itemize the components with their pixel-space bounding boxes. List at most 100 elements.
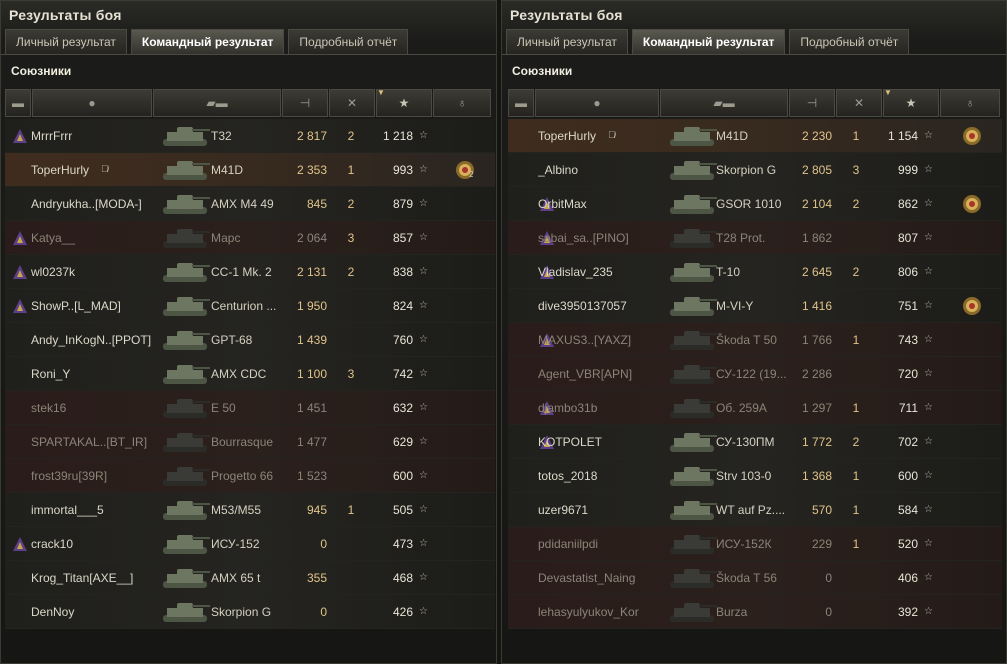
vehicle-column-header[interactable]: ▰▬ [660, 89, 788, 117]
player-name[interactable]: MrrrFrrr [31, 119, 155, 153]
achievement-medal-icon[interactable] [960, 294, 984, 318]
table-row[interactable]: uzer9671 WT auf Pz.... 570 1 584 ☆ [508, 493, 1002, 527]
vehicle-name: WT auf Pz.... [716, 503, 786, 517]
player-name[interactable]: DenNoy [31, 595, 155, 629]
experience-value: 993 [392, 163, 413, 177]
kills-value: 1 [852, 333, 860, 347]
player-name[interactable]: stek16 [31, 391, 155, 425]
damage-value: 1 297 [801, 401, 832, 415]
table-row[interactable]: Katya__ Марс 2 064 3 857 ☆ [5, 221, 495, 255]
table-row[interactable]: MAXUS3..[YAXZ] Škoda T 50 1 766 1 743 ☆ [508, 323, 1002, 357]
table-row[interactable]: crack10 ИСУ-152 0 473 ☆ [5, 527, 495, 561]
tab-team-result[interactable]: Командный результат [130, 29, 285, 54]
vehicle-column-header[interactable]: ▰▬ [153, 89, 281, 117]
damage-value: 2 230 [801, 129, 832, 143]
table-row[interactable]: wl0237k CC-1 Mk. 2 2 131 2 838 ☆ [5, 255, 495, 289]
table-row[interactable]: Devastatist_Naing Škoda T 56 0 406 ☆ [508, 561, 1002, 595]
achievement-medal-icon[interactable] [960, 124, 984, 148]
table-row[interactable]: Agent_VBR[APN] СУ-122 (19... 2 286 720 ☆ [508, 357, 1002, 391]
table-row[interactable]: DenNoy Skorpion G 0 426 ☆ [5, 595, 495, 629]
table-row[interactable]: KOTPOLET СУ-130ПМ 1 772 2 702 ☆ [508, 425, 1002, 459]
clan-emblem-icon [11, 229, 29, 247]
table-row[interactable]: Vladislav_235 T-10 2 645 2 806 ☆ [508, 255, 1002, 289]
tab-detailed-report[interactable]: Подробный отчёт [288, 29, 409, 54]
table-row[interactable]: djambo31b Об. 259А 1 297 1 711 ☆ [508, 391, 1002, 425]
kills-column-header[interactable]: ✕ [836, 89, 882, 117]
table-row[interactable]: immortal___5 M53/M55 945 1 505 ☆ [5, 493, 495, 527]
table-row[interactable]: MrrrFrrr T32 2 817 2 1 218 ☆ [5, 119, 495, 153]
kills-value [846, 357, 866, 391]
table-row[interactable]: _Albino Skorpion G 2 805 3 999 ☆ [508, 153, 1002, 187]
experience-column-header[interactable]: ★ ▼ [883, 88, 939, 117]
team-table-right: ToperHurly 👁̸ M41D 2 230 1 1 154 ☆ _Albino Skorp… [508, 119, 1002, 629]
player-name[interactable]: Agent_VBR[APN] [538, 357, 666, 391]
achievement-medal-icon[interactable] [960, 192, 984, 216]
player-name[interactable]: Andryukha..[MODA-] [31, 187, 155, 221]
player-name[interactable]: lehasyulyukov_Kor [538, 595, 666, 629]
table-row[interactable]: ShowP..[L_MAD] Centurion ... 1 950 824 ☆ [5, 289, 495, 323]
player-name[interactable]: ToperHurly [31, 153, 155, 187]
player-name[interactable]: immortal___5 [31, 493, 155, 527]
table-row[interactable]: OrbitMax GSOR 1010 2 104 2 862 ☆ [508, 187, 1002, 221]
vehicle-name: Burza [716, 605, 748, 619]
player-name[interactable]: frost39ru[39R] [31, 459, 155, 493]
player-name[interactable]: MAXUS3..[YAXZ] [538, 323, 666, 357]
tab-personal-result[interactable]: Личный результат [506, 29, 628, 54]
player-name[interactable]: uzer9671 [538, 493, 666, 527]
tab-detailed-report[interactable]: Подробный отчёт [789, 29, 910, 54]
player-name[interactable]: sabai_sa..[PINO] [538, 221, 666, 255]
table-row[interactable]: pdidaniilpdi ИСУ-152К 229 1 520 ☆ [508, 527, 1002, 561]
kills-column-header[interactable]: ✕ [329, 89, 375, 117]
table-row[interactable]: SPARTAKAL..[BT_IR] Bourrasque 1 477 629 ☆ [5, 425, 495, 459]
destroyed-tank-icon: ✕ [346, 96, 358, 110]
table-row[interactable]: lehasyulyukov_Kor Burza 0 392 ☆ [508, 595, 1002, 629]
table-row[interactable]: Krog_Titan[AXE__] AMX 65 t 355 468 ☆ [5, 561, 495, 595]
table-row[interactable]: Roni_Y AMX CDC 1 100 3 742 ☆ [5, 357, 495, 391]
table-row[interactable]: dive3950137057 M-VI-Y 1 416 751 ☆ [508, 289, 1002, 323]
player-name[interactable]: Andy_InKogN..[PPOT] [31, 323, 155, 357]
player-name[interactable]: OrbitMax [538, 187, 666, 221]
squad-column-header[interactable]: ▬ [508, 89, 534, 117]
table-row[interactable]: ToperHurly 👁̸ M41D 2 230 1 1 154 ☆ [508, 119, 1002, 153]
medal-icon: ♁ [457, 96, 467, 110]
player-name[interactable]: pdidaniilpdi [538, 527, 666, 561]
table-row[interactable]: ToperHurly 👁̸ M41D 2 353 1 993 ☆ 2 [5, 153, 495, 187]
player-name[interactable]: totos_2018 [538, 459, 666, 493]
damage-column-header[interactable]: ⊣ [789, 89, 835, 117]
star-icon: ☆ [419, 572, 428, 583]
player-column-header[interactable]: ● [535, 89, 659, 117]
vehicle-name: Progetto 66 [211, 469, 274, 483]
player-name[interactable]: Vladislav_235 [538, 255, 666, 289]
tank-icon [666, 565, 718, 591]
player-name[interactable]: wl0237k [31, 255, 155, 289]
squad-column-header[interactable]: ▬ [5, 89, 31, 117]
player-name[interactable]: Roni_Y [31, 357, 155, 391]
player-name[interactable]: ToperHurly [538, 119, 666, 153]
player-name[interactable]: KOTPOLET [538, 425, 666, 459]
table-row[interactable]: frost39ru[39R] Progetto 66 1 523 600 ☆ [5, 459, 495, 493]
player-name[interactable]: Devastatist_Naing [538, 561, 666, 595]
table-row[interactable]: sabai_sa..[PINO] T28 Prot. 1 862 807 ☆ [508, 221, 1002, 255]
tab-personal-result[interactable]: Личный результат [5, 29, 127, 54]
player-name[interactable]: ShowP..[L_MAD] [31, 289, 155, 323]
table-row[interactable]: Andryukha..[MODA-] AMX M4 49 845 2 879 ☆ [5, 187, 495, 221]
player-name[interactable]: crack10 [31, 527, 155, 561]
player-name[interactable]: Krog_Titan[AXE__] [31, 561, 155, 595]
table-row[interactable]: Andy_InKogN..[PPOT] GPT-68 1 439 760 ☆ [5, 323, 495, 357]
table-row[interactable]: totos_2018 Strv 103-0 1 368 1 600 ☆ [508, 459, 1002, 493]
star-icon: ☆ [419, 402, 428, 413]
allies-section-title: Союзники [512, 64, 573, 78]
table-row[interactable]: stek16 E 50 1 451 632 ☆ [5, 391, 495, 425]
damage-column-header[interactable]: ⊣ [282, 89, 328, 117]
experience-value: 857 [392, 231, 413, 245]
player-name[interactable]: Katya__ [31, 221, 155, 255]
player-name[interactable]: _Albino [538, 153, 666, 187]
player-name[interactable]: SPARTAKAL..[BT_IR] [31, 425, 155, 459]
player-name[interactable]: dive3950137057 [538, 289, 666, 323]
player-column-header[interactable]: ● [32, 89, 152, 117]
medals-column-header[interactable]: ♁ [940, 89, 1000, 117]
tab-team-result[interactable]: Командный результат [631, 29, 786, 54]
player-name[interactable]: djambo31b [538, 391, 666, 425]
medals-column-header[interactable]: ♁ [433, 89, 491, 117]
experience-column-header[interactable]: ★ ▼ [376, 88, 432, 117]
